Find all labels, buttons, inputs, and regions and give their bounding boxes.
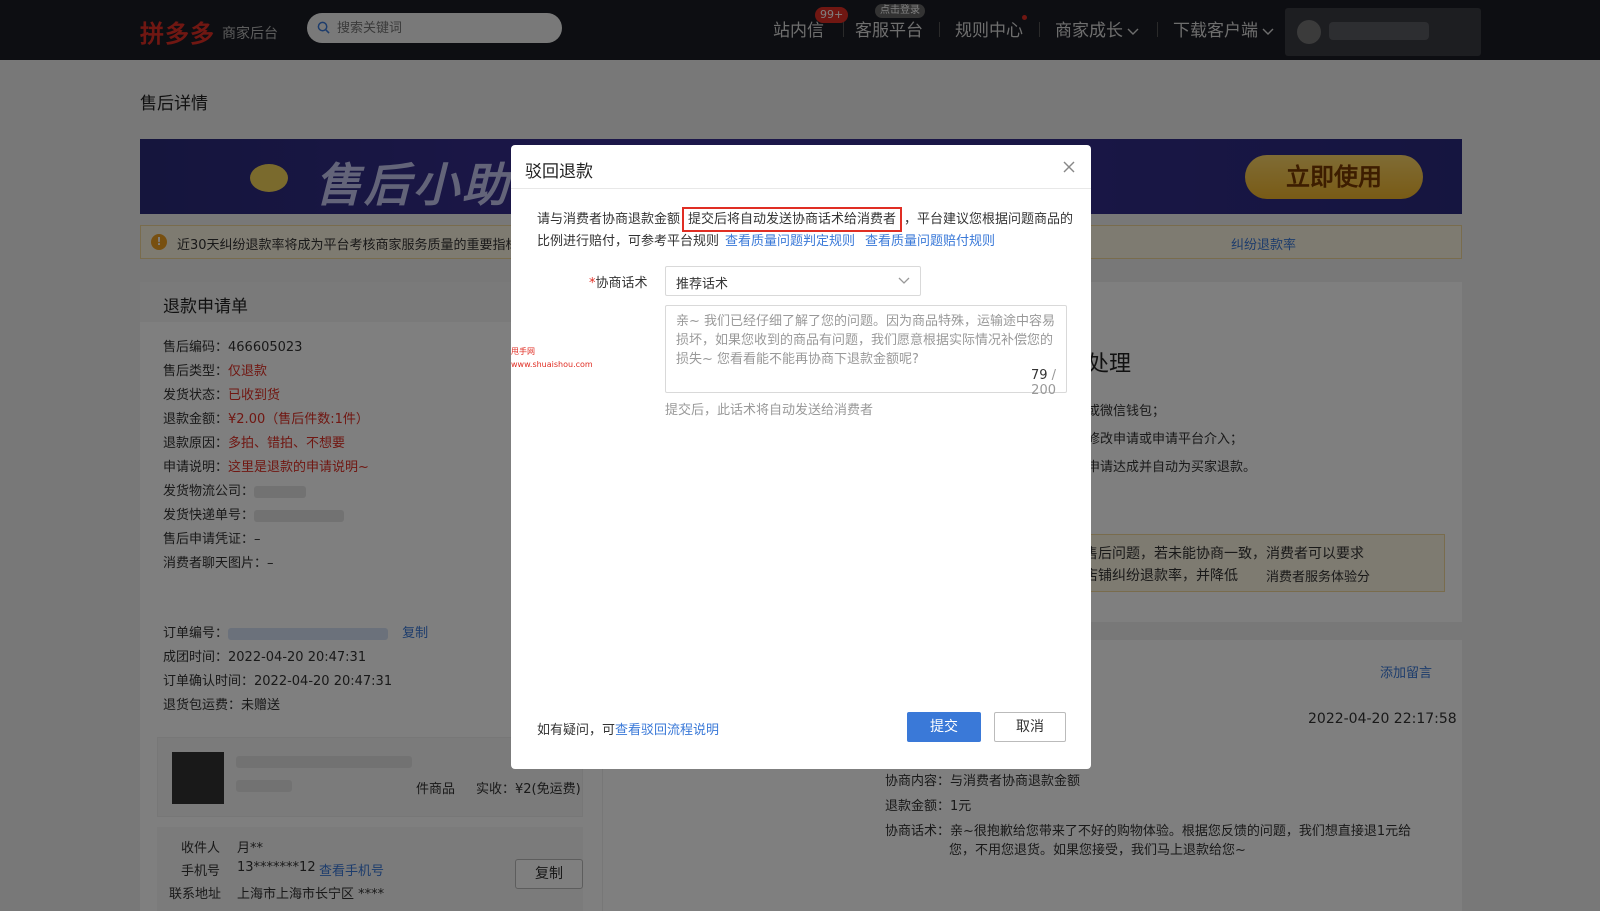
chevron-down-icon [898,277,910,284]
textarea-text: 亲~ 我们已经仔细了解了您的问题。因为商品特殊，运输途中容易损坏，如果您收到的商… [676,314,1056,367]
hint-text: 提交后，此话术将自动发送给消费者 [665,403,874,418]
close-icon[interactable] [1061,159,1077,175]
footer-text: 如有疑问，可 [537,723,616,738]
quality-compensation-rule-link[interactable]: 查看质量问题赔付规则 [865,234,995,249]
watermark: 甩手网 www.shuaishou.com [511,345,593,371]
script-select[interactable]: 推荐话术 [665,266,921,296]
reject-refund-dialog: 驳回退款 请与消费者协商退款金额 提交后将自动发送协商话术给消费者 ，平台建议您根据… [511,145,1091,769]
char-max: 200 [1031,383,1056,398]
watermark-line: www.shuaishou.com [511,360,593,369]
dialog-footer-help: 如有疑问，可查看驳回流程说明 [537,719,719,738]
char-count: 79 [1030,368,1048,383]
field-label: *协商话术 [589,276,648,291]
desc-text: 请与消费者协商退款金额 [537,212,681,227]
field-label-text: 协商话术 [595,276,648,291]
watermark-line: 甩手网 [511,347,535,356]
char-counter: 79 / 200 [1030,368,1056,398]
cancel-button[interactable]: 取消 [994,712,1066,742]
dialog-title: 驳回退款 [525,162,593,182]
select-value: 推荐话术 [676,277,729,292]
script-textarea[interactable]: 亲~ 我们已经仔细了解了您的问题。因为商品特殊，运输途中容易损坏，如果您收到的商… [665,305,1067,398]
reject-process-link[interactable]: 查看驳回流程说明 [615,723,719,738]
dialog-description: 请与消费者协商退款金额 提交后将自动发送协商话术给消费者 ，平台建议您根据问题商品的… [537,207,1077,253]
quality-judgement-rule-link[interactable]: 查看质量问题判定规则 [725,234,855,249]
submit-button[interactable]: 提交 [907,712,981,742]
dialog-header: 驳回退款 [511,145,1091,189]
highlight-box: 提交后将自动发送协商话术给消费者 [682,207,903,232]
